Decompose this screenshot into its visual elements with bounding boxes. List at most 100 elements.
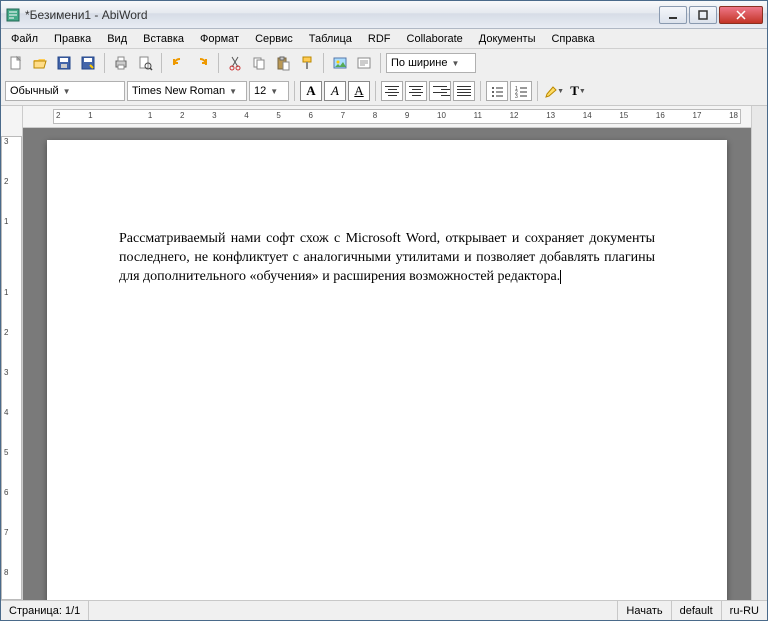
ruler-tick: 16 xyxy=(656,111,665,120)
status-spacer xyxy=(89,601,618,620)
cut-button[interactable] xyxy=(224,52,246,74)
ruler-tick: 2 xyxy=(56,111,60,120)
menu-tools[interactable]: Сервис xyxy=(249,31,299,47)
ruler-tick: 6 xyxy=(309,111,313,120)
ruler-tick: 14 xyxy=(583,111,592,120)
document-text: Рассматриваемый нами софт схож с Microso… xyxy=(119,231,655,284)
ruler-tick: 18 xyxy=(729,111,738,120)
menu-documents[interactable]: Документы xyxy=(473,31,542,47)
ruler-tick: 5 xyxy=(4,448,13,457)
ruler-tick: 17 xyxy=(693,111,702,120)
ruler-tick: 8 xyxy=(373,111,377,120)
ruler-tick: 2 xyxy=(180,111,184,120)
menu-format[interactable]: Формат xyxy=(194,31,245,47)
align-group xyxy=(381,81,475,101)
ruler-tick: 3 xyxy=(212,111,216,120)
ruler-tick: 8 xyxy=(4,568,13,577)
chevron-down-icon: ▼ xyxy=(452,59,460,68)
new-button[interactable] xyxy=(5,52,27,74)
status-locale[interactable]: ru-RU xyxy=(722,601,767,620)
separator xyxy=(375,81,376,101)
bold-button[interactable]: А xyxy=(300,81,322,101)
ruler-tick: 11 xyxy=(474,111,482,120)
save-button[interactable] xyxy=(53,52,75,74)
highlight-button[interactable]: ▼ xyxy=(543,80,565,102)
minimize-button[interactable] xyxy=(659,6,687,24)
zoom-combo[interactable]: По ширине ▼ xyxy=(386,53,476,73)
statusbar: Страница: 1/1 Начать default ru-RU xyxy=(1,600,767,620)
ruler-tick: 3 xyxy=(4,137,13,146)
document-scroll[interactable]: Рассматриваемый нами софт схож с Microso… xyxy=(23,128,751,600)
underline-button[interactable]: А xyxy=(348,81,370,101)
horizontal-ruler: 21123456789101112131415161718 xyxy=(23,106,751,128)
align-justify-button[interactable] xyxy=(453,81,475,101)
maximize-button[interactable] xyxy=(689,6,717,24)
number-list-button[interactable]: 123 xyxy=(510,81,532,101)
ruler-tick: 6 xyxy=(4,488,13,497)
menu-view[interactable]: Вид xyxy=(101,31,133,47)
close-button[interactable] xyxy=(719,6,763,24)
menu-help[interactable]: Справка xyxy=(545,31,600,47)
style-combo[interactable]: Обычный ▼ xyxy=(5,81,125,101)
list-group: 123 xyxy=(486,81,532,101)
print-preview-button[interactable] xyxy=(134,52,156,74)
menu-edit[interactable]: Правка xyxy=(48,31,97,47)
titlebar[interactable]: *Безимени1 - AbiWord xyxy=(1,1,767,29)
copy-button[interactable] xyxy=(248,52,270,74)
style-value: Обычный xyxy=(10,85,59,97)
vertical-scrollbar[interactable] xyxy=(751,106,767,600)
window-controls xyxy=(657,6,763,24)
print-button[interactable] xyxy=(110,52,132,74)
ruler-tick: 10 xyxy=(437,111,446,120)
font-color-button[interactable]: T▼ xyxy=(567,80,589,102)
menu-table[interactable]: Таблица xyxy=(303,31,358,47)
document-container: 21123456789101112131415161718 Рассматрив… xyxy=(23,106,751,600)
window-title: *Безимени1 - AbiWord xyxy=(25,8,657,22)
document-paragraph[interactable]: Рассматриваемый нами софт схож с Microso… xyxy=(119,230,655,287)
toolbar-standard: По ширине ▼ xyxy=(1,49,767,77)
fields-button[interactable] xyxy=(353,52,375,74)
svg-text:3: 3 xyxy=(515,94,518,98)
paste-button[interactable] xyxy=(272,52,294,74)
chevron-down-icon: ▼ xyxy=(63,87,71,96)
menu-file[interactable]: Файл xyxy=(5,31,44,47)
align-right-button[interactable] xyxy=(429,81,451,101)
ruler-tick: 12 xyxy=(510,111,519,120)
ruler-tick: 15 xyxy=(619,111,628,120)
menu-insert[interactable]: Вставка xyxy=(137,31,190,47)
page[interactable]: Рассматриваемый нами софт схож с Microso… xyxy=(47,140,727,600)
bullet-list-button[interactable] xyxy=(486,81,508,101)
ruler-tick: 1 xyxy=(4,288,13,297)
status-lang-mode[interactable]: default xyxy=(672,601,722,620)
app-window: *Безимени1 - AbiWord Файл Правка Вид Вст… xyxy=(0,0,768,621)
align-center-button[interactable] xyxy=(405,81,427,101)
menu-rdf[interactable]: RDF xyxy=(362,31,397,47)
text-cursor xyxy=(560,270,561,284)
font-combo[interactable]: Times New Roman ▼ xyxy=(127,81,247,101)
font-style-group: А А А xyxy=(300,81,370,101)
redo-button[interactable] xyxy=(191,52,213,74)
ruler-tick: 2 xyxy=(4,328,13,337)
status-start[interactable]: Начать xyxy=(618,601,671,620)
image-button[interactable] xyxy=(329,52,351,74)
chevron-down-icon: ▼ xyxy=(229,87,237,96)
italic-button[interactable]: А xyxy=(324,81,346,101)
align-left-button[interactable] xyxy=(381,81,403,101)
saveas-button[interactable] xyxy=(77,52,99,74)
ruler-tick: 4 xyxy=(244,111,248,120)
content-area: 3211234567891011 21123456789101112131415… xyxy=(1,106,767,600)
ruler-tick: 1 xyxy=(148,111,152,120)
size-combo[interactable]: 12 ▼ xyxy=(249,81,289,101)
separator xyxy=(218,53,219,73)
separator xyxy=(380,53,381,73)
separator xyxy=(480,81,481,101)
ruler-tick: 3 xyxy=(4,368,13,377)
menu-collaborate[interactable]: Collaborate xyxy=(401,31,469,47)
format-painter-button[interactable] xyxy=(296,52,318,74)
font-value: Times New Roman xyxy=(132,85,225,97)
open-button[interactable] xyxy=(29,52,51,74)
ruler-tick: 13 xyxy=(546,111,555,120)
ruler-tick: 5 xyxy=(276,111,280,120)
undo-button[interactable] xyxy=(167,52,189,74)
ruler-tick: 1 xyxy=(4,217,13,226)
